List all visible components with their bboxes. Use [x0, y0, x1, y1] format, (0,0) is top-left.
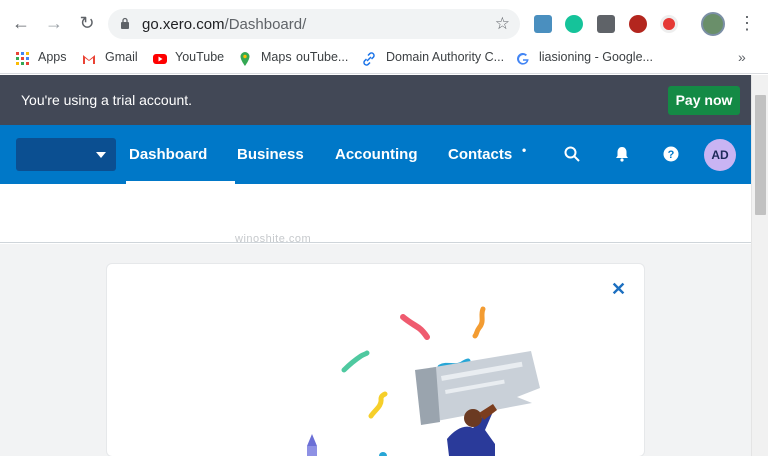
tab-contacts[interactable]: Contacts [448, 146, 512, 163]
bookmark-liasioning[interactable]: liasioning - Google... [539, 50, 653, 64]
page-scrollbar[interactable] [751, 75, 768, 456]
search-icon[interactable] [563, 145, 581, 163]
profile-avatar[interactable] [701, 12, 725, 36]
maps-pin-icon [240, 52, 250, 66]
gmail-icon [83, 55, 95, 64]
reload-icon[interactable]: ↻ [76, 12, 98, 34]
more-bookmarks-button[interactable]: » [738, 49, 746, 65]
browser-toolbar: ← → ↻ go.xero.com/Dashboard/ ☆ ⋮ [0, 0, 768, 44]
link-icon [363, 52, 375, 66]
help-icon[interactable]: ? [662, 145, 680, 163]
celebration-illustration [307, 306, 540, 456]
google-icon [517, 53, 529, 65]
back-icon[interactable]: ← [10, 12, 32, 34]
pay-now-button[interactable]: Pay now [668, 86, 740, 115]
trial-banner: You're using a trial account. [0, 75, 751, 125]
apps-grid-icon [16, 52, 29, 65]
tab-business[interactable]: Business [237, 146, 304, 163]
lock-icon [121, 17, 129, 29]
extension-icon[interactable] [534, 15, 552, 33]
welcome-card [107, 264, 644, 456]
dashboard-header [0, 184, 751, 243]
more-dot-icon[interactable]: • [522, 143, 526, 157]
tab-dashboard[interactable]: Dashboard [129, 146, 207, 163]
close-icon[interactable]: ✕ [611, 279, 626, 300]
address-bar[interactable]: go.xero.com/Dashboard/ ☆ [108, 9, 520, 39]
forward-icon[interactable]: → [43, 12, 65, 34]
bookmark-gmail[interactable]: Gmail [105, 50, 138, 64]
pokeball-icon[interactable] [660, 15, 678, 33]
bookmark-youtube-2[interactable]: ouTube... [296, 50, 348, 64]
scrollbar-thumb[interactable] [755, 95, 766, 215]
chevron-down-icon [96, 152, 106, 158]
menu-icon[interactable]: ⋮ [738, 13, 756, 34]
svg-text:?: ? [668, 149, 675, 161]
bookmarks-bar: Apps Gmail YouTube Maps ouTube... Domain… [0, 44, 768, 74]
trial-message: You're using a trial account. [21, 92, 193, 108]
bookmark-domain-authority[interactable]: Domain Authority C... [386, 50, 504, 64]
bookmark-maps[interactable]: Maps [261, 50, 292, 64]
bookmark-youtube[interactable]: YouTube [175, 50, 224, 64]
user-avatar[interactable]: AD [704, 139, 736, 171]
organisation-menu[interactable] [16, 138, 116, 171]
bookmark-star-icon[interactable]: ☆ [495, 14, 510, 34]
bell-icon[interactable] [613, 145, 631, 163]
youtube-icon [153, 54, 167, 64]
tab-accounting[interactable]: Accounting [335, 146, 418, 163]
extension-fb-icon[interactable] [597, 15, 615, 33]
extension-k-icon[interactable] [629, 15, 647, 33]
main-navigation: Dashboard Business Accounting Contacts •… [0, 125, 751, 184]
bookmark-apps[interactable]: Apps [38, 50, 67, 64]
grammarly-icon[interactable] [565, 15, 583, 33]
url-text: go.xero.com/Dashboard/ [142, 16, 307, 33]
